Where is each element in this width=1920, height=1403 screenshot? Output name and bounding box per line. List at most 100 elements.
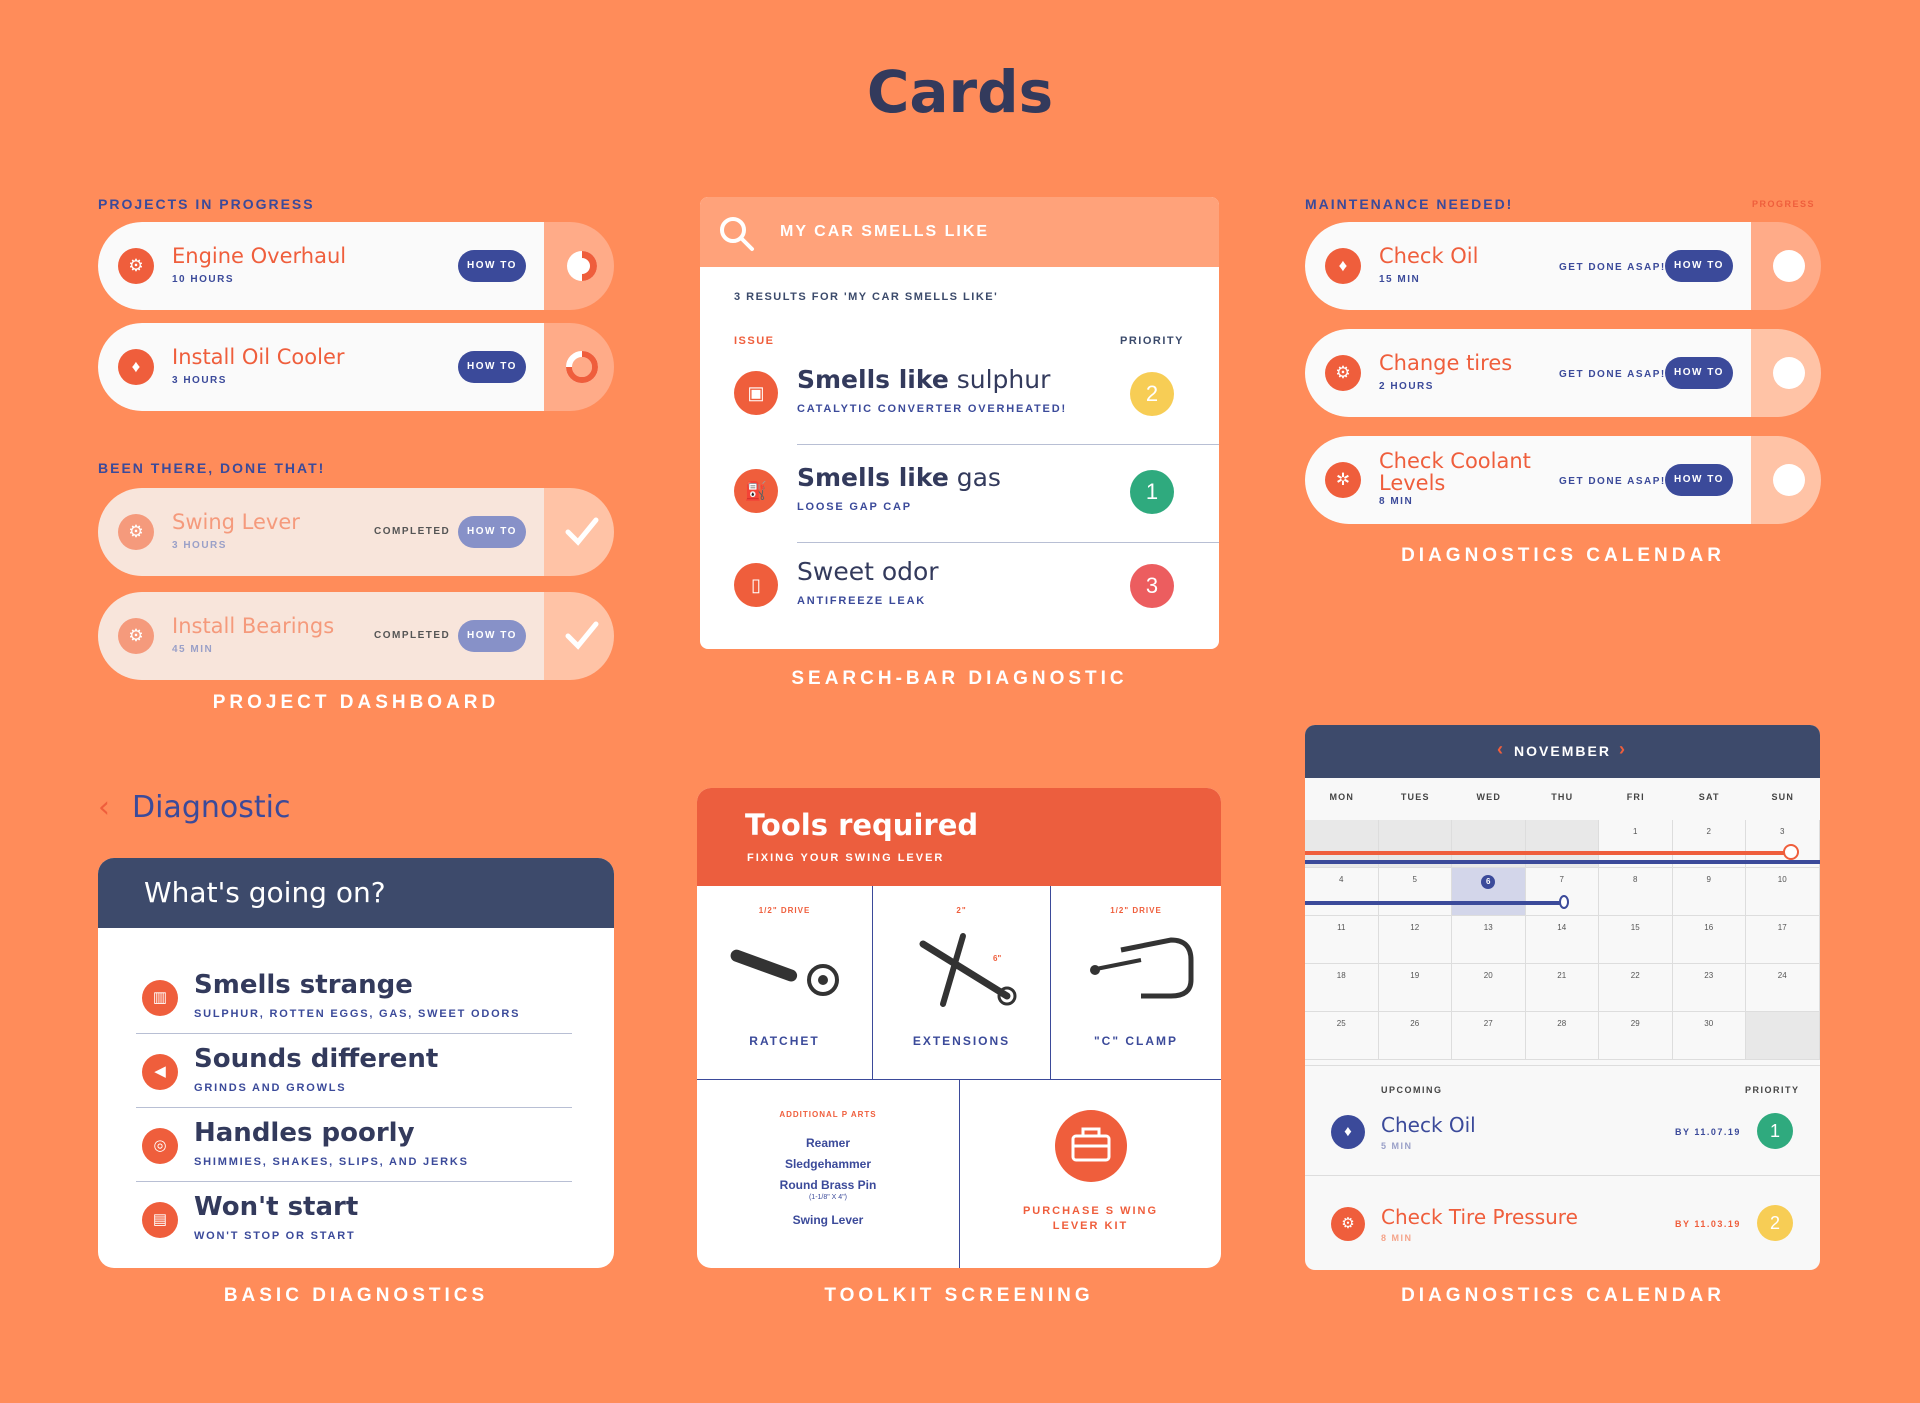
calendar-day [1746, 1012, 1820, 1060]
timeline-bar-oil [1305, 860, 1820, 864]
timeline-bar-oil-week [1305, 901, 1563, 905]
part-item: Swing Lever [792, 1213, 864, 1227]
calendar-day[interactable]: 4 [1305, 868, 1379, 916]
diagnostic-item[interactable]: ▤ Won't start WON'T STOP OR START [136, 1182, 572, 1256]
calendar-day[interactable]: 27 [1452, 1012, 1526, 1060]
calendar-day[interactable]: 29 [1599, 1012, 1673, 1060]
purchase-kit-button[interactable]: PURCHASE S WING LEVER KIT [960, 1080, 1221, 1268]
calendar-day[interactable]: 26 [1378, 1012, 1452, 1060]
calendar-day[interactable]: 6 [1452, 868, 1526, 916]
calendar-day[interactable]: 9 [1672, 868, 1746, 916]
calendar-day[interactable]: 15 [1599, 916, 1673, 964]
calendar-day[interactable]: 8 [1599, 868, 1673, 916]
calendar-day[interactable]: 21 [1525, 964, 1599, 1012]
diagnostic-item[interactable]: ◀ Sounds different GRINDS AND GROWLS [136, 1034, 572, 1108]
how-to-button[interactable]: HOW TO [1665, 464, 1733, 496]
search-result-row[interactable]: ▣ Smells like sulphur CATALYTIC CONVERTE… [700, 349, 1219, 445]
engine-icon: ▣ [734, 371, 778, 415]
ratchet-icon [730, 949, 839, 996]
calendar-day[interactable]: 20 [1452, 964, 1526, 1012]
calendar-day[interactable]: 16 [1672, 916, 1746, 964]
diagnostic-item[interactable]: ▥ Smells strange SULPHUR, ROTTEN EGGS, G… [136, 960, 572, 1034]
diagnostic-title: Smells strange [194, 970, 413, 1000]
diagnostics-calendar-card: ‹ NOVEMBER › MON TUES WED THU FRI SAT SUN 1 2 3 4 5… [1305, 725, 1820, 1270]
calendar-day[interactable]: 23 [1672, 964, 1746, 1012]
day-of-week-header: SUN [1771, 792, 1795, 802]
maintenance-card-check-oil[interactable]: ♦ Check Oil 15 MIN GET DONE ASAP! HOW TO [1305, 222, 1821, 310]
calendar-day[interactable]: 24 [1746, 964, 1820, 1012]
calendar-day[interactable]: 12 [1378, 916, 1452, 964]
calendar-day[interactable]: 19 [1378, 964, 1452, 1012]
upcoming-due: BY 11.07.19 [1675, 1127, 1741, 1137]
calendar-day[interactable]: 25 [1305, 1012, 1379, 1060]
calendar-day[interactable]: 28 [1525, 1012, 1599, 1060]
toolkit-card: Tools required FIXING YOUR SWING LEVER 1… [697, 788, 1221, 1268]
diagnostic-detail: GRINDS AND GROWLS [194, 1082, 347, 1094]
tool-ratchet[interactable]: 1/2" DRIVE RATCHET [697, 886, 873, 1080]
priority-column-header: PRIORITY [1120, 335, 1184, 347]
tire-icon: ⚙ [1331, 1207, 1365, 1241]
back-nav[interactable]: ‹ Diagnostic [98, 790, 290, 825]
priority-badge: 3 [1130, 564, 1174, 608]
chevron-right-icon[interactable]: › [1619, 739, 1625, 760]
day-of-week-header: MON [1329, 792, 1355, 802]
project-title: Install Oil Cooler [172, 345, 345, 369]
project-card-engine-overhaul[interactable]: ⚙ Engine Overhaul 10 HOURS HOW TO [98, 222, 614, 310]
upcoming-title: Check Oil [1381, 1113, 1476, 1137]
how-to-button[interactable]: HOW TO [458, 620, 526, 652]
maintenance-card-change-tires[interactable]: ⚙ Change tires 2 HOURS GET DONE ASAP! HO… [1305, 329, 1821, 417]
smell-icon: ▥ [142, 980, 178, 1016]
diagnostics-header: What's going on? [144, 876, 386, 909]
upcoming-item[interactable]: ⚙ Check Tire Pressure 8 MIN BY 11.03.19 … [1305, 1185, 1820, 1265]
calendar-day[interactable]: 13 [1452, 916, 1526, 964]
today-marker: 6 [1481, 875, 1496, 889]
search-icon [720, 217, 754, 251]
search-result-row[interactable]: ▯ Sweet odor ANTIFREEZE LEAK 3 [700, 541, 1219, 637]
basic-diagnostics-card: What's going on? ▥ Smells strange SULPHU… [98, 858, 614, 1268]
tool-c-clamp[interactable]: 1/2" DRIVE "C" CLAMP [1051, 886, 1221, 1080]
how-to-button[interactable]: HOW TO [1665, 250, 1733, 282]
upcoming-item[interactable]: ♦ Check Oil 5 MIN BY 11.07.19 1 [1305, 1093, 1820, 1173]
tool-extensions[interactable]: 2" 6" EXTENSIONS [873, 886, 1051, 1080]
issue-column-header: ISSUE [734, 335, 775, 347]
maintenance-card-check-coolant[interactable]: ✲ Check Coolant Levels 8 MIN GET DONE AS… [1305, 436, 1821, 524]
how-to-button[interactable]: HOW TO [1665, 357, 1733, 389]
progress-dot-icon [1773, 464, 1805, 496]
checkmark-icon [565, 621, 599, 650]
search-input[interactable]: MY CAR SMELLS LIKE [780, 223, 989, 241]
project-card-swing-lever[interactable]: ⚙ Swing Lever 3 HOURS COMPLETED HOW TO [98, 488, 614, 576]
pin-size: (1-1/8" X 4") [808, 1194, 848, 1201]
how-to-button[interactable]: HOW TO [458, 351, 526, 383]
calendar-day[interactable]: 10 [1746, 868, 1820, 916]
calendar-day[interactable]: 18 [1305, 964, 1379, 1012]
result-title: Smells like sulphur [797, 365, 1050, 394]
coolant-icon: ▯ [734, 563, 778, 607]
search-diagnostic-caption: SEARCH-BAR DIAGNOSTIC [791, 668, 1128, 689]
drop-icon: ♦ [1331, 1115, 1365, 1149]
project-card-install-oil-cooler[interactable]: ♦ Install Oil Cooler 3 HOURS HOW TO [98, 323, 614, 411]
calendar-day[interactable]: 5 [1378, 868, 1452, 916]
calendar-day[interactable]: 30 [1672, 1012, 1746, 1060]
search-result-row[interactable]: ⛽ Smells like gas LOOSE GAP CAP 1 [700, 447, 1219, 543]
search-bar[interactable]: MY CAR SMELLS LIKE [700, 197, 1219, 267]
progress-dot-icon [1773, 250, 1805, 282]
maintenance-duration: 2 HOURS [1379, 381, 1434, 392]
progress-ring-icon [567, 251, 597, 281]
calendar-day[interactable]: 14 [1525, 916, 1599, 964]
diagnostic-item[interactable]: ◎ Handles poorly SHIMMIES, SHAKES, SLIPS… [136, 1108, 572, 1182]
result-title-rest: sulphur [948, 365, 1051, 394]
calendar-day[interactable]: 17 [1746, 916, 1820, 964]
how-to-button[interactable]: HOW TO [458, 250, 526, 282]
tool-name: EXTENSIONS [912, 1034, 1011, 1048]
calendar-day[interactable]: 11 [1305, 916, 1379, 964]
project-card-install-bearings[interactable]: ⚙ Install Bearings 45 MIN COMPLETED HOW … [98, 592, 614, 680]
search-diagnostic-card: MY CAR SMELLS LIKE 3 RESULTS FOR 'MY CAR… [700, 197, 1219, 649]
calendar-day[interactable]: 22 [1599, 964, 1673, 1012]
back-label: Diagnostic [132, 790, 291, 825]
chevron-left-icon: ‹ [98, 790, 110, 825]
timeline-bar-tire [1305, 851, 1785, 855]
how-to-button[interactable]: HOW TO [458, 516, 526, 548]
projects-in-progress-label: PROJECTS IN PROGRESS [98, 196, 315, 212]
project-title: Engine Overhaul [172, 244, 347, 268]
c-clamp-icon [1090, 937, 1194, 999]
